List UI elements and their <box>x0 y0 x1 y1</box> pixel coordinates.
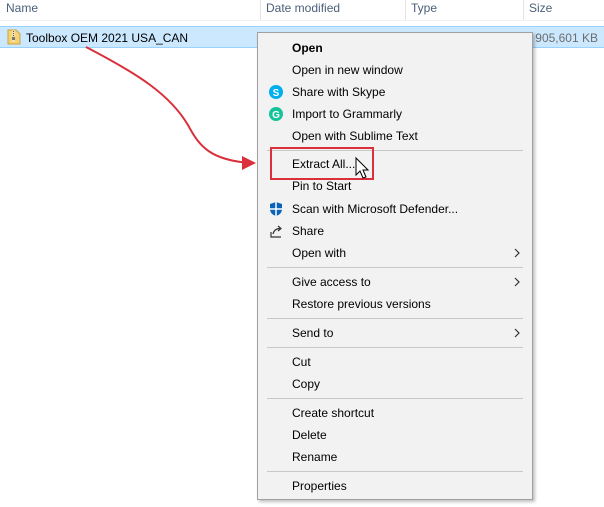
column-header-date-modified[interactable]: Date modified <box>260 0 405 18</box>
menu-item-open-with[interactable]: Open with <box>258 242 532 264</box>
menu-item-create-shortcut[interactable]: Create shortcut <box>258 402 532 424</box>
skype-icon: S <box>269 85 283 99</box>
chevron-right-icon <box>514 277 520 287</box>
column-header-size[interactable]: Size <box>523 0 604 18</box>
menu-item-send-to[interactable]: Send to <box>258 322 532 344</box>
menu-item-label: Cut <box>292 355 311 369</box>
menu-item-rename[interactable]: Rename <box>258 446 532 468</box>
menu-item-label: Rename <box>292 450 338 464</box>
menu-item-label: Restore previous versions <box>292 297 431 311</box>
menu-item-label: Delete <box>292 428 327 442</box>
chevron-right-icon <box>514 248 520 258</box>
column-header-bar: Name Date modified Type Size <box>0 0 604 21</box>
menu-item-cut[interactable]: Cut <box>258 351 532 373</box>
annotation-arrowhead <box>242 156 256 170</box>
menu-item-copy[interactable]: Copy <box>258 373 532 395</box>
menu-item-label: Share with Skype <box>292 85 386 99</box>
menu-item-open-new-window[interactable]: Open in new window <box>258 59 532 81</box>
menu-separator <box>267 318 523 319</box>
menu-item-label: Open with Sublime Text <box>292 129 418 143</box>
menu-separator <box>267 398 523 399</box>
menu-item-properties[interactable]: Properties <box>258 475 532 497</box>
svg-text:S: S <box>273 88 280 99</box>
menu-separator <box>267 471 523 472</box>
context-menu: Open Open in new window S Share with Sky… <box>257 32 533 500</box>
annotation-arrow <box>85 46 251 164</box>
menu-item-open[interactable]: Open <box>258 37 532 59</box>
menu-item-delete[interactable]: Delete <box>258 424 532 446</box>
svg-text:G: G <box>272 110 280 121</box>
share-icon <box>270 225 282 238</box>
annotation-highlight-box <box>270 147 374 180</box>
menu-separator <box>267 347 523 348</box>
menu-item-scan-defender[interactable]: Scan with Microsoft Defender... <box>258 198 532 220</box>
file-name: Toolbox OEM 2021 USA_CAN <box>26 31 189 45</box>
menu-item-label: Create shortcut <box>292 406 375 420</box>
menu-item-label: Open in new window <box>292 63 403 77</box>
menu-item-label: Scan with Microsoft Defender... <box>292 202 459 216</box>
menu-item-restore-previous[interactable]: Restore previous versions <box>258 293 532 315</box>
menu-item-label: Share <box>292 224 325 238</box>
menu-item-give-access[interactable]: Give access to <box>258 271 532 293</box>
menu-item-share[interactable]: Share <box>258 220 532 242</box>
menu-item-label: Copy <box>292 377 321 391</box>
menu-item-label: Give access to <box>292 275 371 289</box>
menu-item-share-skype[interactable]: S Share with Skype <box>258 81 532 103</box>
menu-item-label: Properties <box>292 479 347 493</box>
menu-item-label: Import to Grammarly <box>292 107 403 121</box>
menu-item-open-sublime[interactable]: Open with Sublime Text <box>258 125 532 147</box>
menu-item-import-grammarly[interactable]: G Import to Grammarly <box>258 103 532 125</box>
chevron-right-icon <box>514 328 520 338</box>
grammarly-icon: G <box>269 107 283 121</box>
defender-shield-icon <box>270 202 282 216</box>
column-header-type[interactable]: Type <box>405 0 523 18</box>
zip-folder-icon <box>7 29 21 45</box>
file-size: 905,601 KB <box>535 31 598 45</box>
menu-item-label: Send to <box>292 326 334 340</box>
column-header-name[interactable]: Name <box>0 0 260 18</box>
menu-separator <box>267 267 523 268</box>
menu-item-label: Open <box>292 41 323 55</box>
menu-item-label: Open with <box>292 246 347 260</box>
